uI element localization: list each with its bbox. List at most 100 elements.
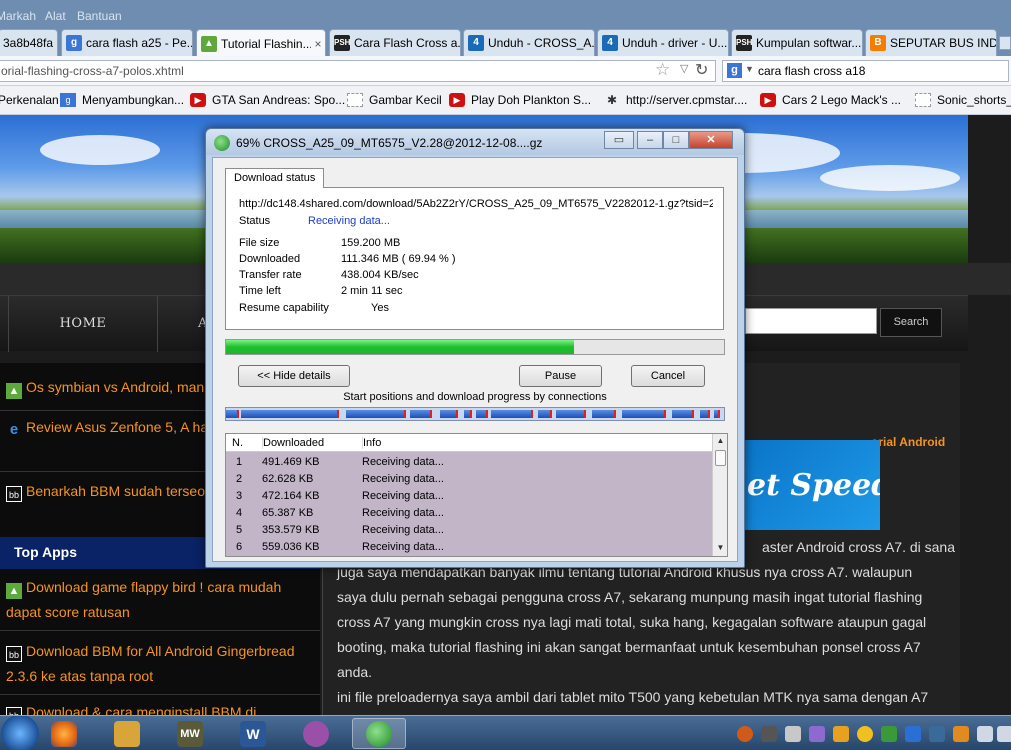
ant-icon: ✱ [606, 93, 618, 107]
bookmark-label: Sonic_shorts_v... [937, 93, 1011, 107]
connection-segment [672, 410, 694, 418]
sidebar-link[interactable]: bb Download BBM for All Android Gingerbre… [6, 639, 316, 689]
taskbar-word[interactable]: W [229, 718, 277, 749]
bookmark-label: Cars 2 Lego Mack's ... [782, 93, 902, 107]
taskbar-firefox[interactable] [40, 718, 88, 749]
sidebar-link-text: Download BBM for All Android Gingerbread… [6, 643, 295, 684]
tray-icon[interactable] [809, 726, 825, 742]
connection-segment [622, 410, 666, 418]
bookmark-label: http://server.cpmstar.... [626, 93, 748, 107]
table-row[interactable]: 2 62.628 KB Receiving data... [226, 471, 712, 488]
tray-icon[interactable] [857, 726, 873, 742]
google-icon[interactable]: g [727, 63, 742, 78]
tray-icon[interactable] [881, 726, 897, 742]
bookmark-item[interactable]: ▶ Cars 2 Lego Mack's ... [760, 93, 901, 107]
bookmark-item[interactable]: ✱ http://server.cpmstar.... [604, 93, 747, 107]
bookmark-item[interactable]: Perkenalan [0, 93, 59, 107]
close-button[interactable]: ✕ [689, 131, 733, 149]
connection-segment [491, 410, 533, 418]
taskbar-app[interactable] [103, 718, 151, 749]
resume-label: Resume capability [239, 302, 329, 314]
minecraft-mw-icon: MW [177, 720, 203, 747]
nav-home-link[interactable]: HOME [8, 296, 158, 352]
tab-label: Tutorial Flashin... [221, 36, 311, 51]
column-header-downloaded[interactable]: Downloaded [262, 437, 324, 449]
cancel-button[interactable]: Cancel [631, 365, 705, 387]
file-size-value: 159.200 MB [341, 237, 401, 249]
nav-bar: orial-flashing-cross-a7-polos.xhtml ☆ ▽ … [0, 56, 1011, 86]
tab-1[interactable]: 3a8b48fa [0, 29, 58, 56]
scroll-down-icon[interactable]: ▼ [713, 541, 727, 555]
tab-7[interactable]: PSH Kumpulan softwar... [731, 29, 863, 56]
row-n: 1 [236, 456, 243, 468]
tab-6[interactable]: 4 Unduh - driver - U... [597, 29, 729, 56]
dialog-titlebar[interactable]: 69% CROSS_A25_09_MT6575_V2.28@2012-12-08… [206, 129, 744, 155]
taskbar-idm[interactable] [352, 718, 406, 749]
download-url: http://dc148.4shared.com/download/5Ab2Z2… [239, 198, 713, 210]
tray-icon[interactable] [833, 726, 849, 742]
tray-icon[interactable] [761, 726, 777, 742]
table-header: N. Downloaded Info [226, 434, 712, 452]
new-tab-button[interactable] [999, 36, 1011, 50]
tray-icon[interactable] [737, 726, 753, 742]
bookmark-item[interactable]: Gambar Kecil [347, 93, 442, 107]
bookmark-item[interactable]: ▶ Play Doh Plankton S... [449, 93, 591, 107]
category-label[interactable]: orial Android [871, 435, 961, 449]
tab-3-active[interactable]: ▲ Tutorial Flashin... × [196, 29, 326, 57]
table-row[interactable]: 1 491.469 KB Receiving data... [226, 454, 712, 471]
connection-segment [346, 410, 406, 418]
tray-icon[interactable] [785, 726, 801, 742]
site-search-input[interactable] [745, 308, 877, 334]
tray-icon[interactable] [953, 726, 969, 742]
start-button[interactable] [0, 716, 40, 750]
table-row[interactable]: 6 559.036 KB Receiving data... [226, 539, 712, 556]
table-row[interactable]: 4 65.387 KB Receiving data... [226, 505, 712, 522]
minimize-button[interactable]: – [637, 131, 663, 149]
url-dropdown-icon[interactable]: ▽ [680, 62, 688, 75]
connection-segment [440, 410, 458, 418]
sidebar-link[interactable]: ▲ Download game flappy bird ! cara mudah … [6, 575, 316, 625]
row-downloaded: 472.164 KB [262, 490, 320, 502]
maximize-button[interactable]: □ [663, 131, 689, 149]
vertical-scrollbar[interactable]: ▲ ▼ [712, 434, 727, 556]
tab-5[interactable]: 4 Unduh - CROSS_A... [463, 29, 595, 56]
row-n: 5 [236, 524, 243, 536]
column-header-info[interactable]: Info [362, 437, 381, 449]
scroll-up-icon[interactable]: ▲ [713, 434, 727, 448]
menu-alat[interactable]: Alat [45, 9, 66, 23]
column-header-n[interactable]: N. [232, 437, 243, 449]
bookmark-item[interactable]: g Menyambungkan... [60, 93, 184, 107]
taskbar-app[interactable] [292, 718, 340, 749]
close-icon[interactable]: × [311, 37, 325, 51]
hide-details-button[interactable]: << Hide details [238, 365, 350, 387]
menu-markah[interactable]: Markah [0, 9, 36, 23]
volume-icon[interactable] [997, 726, 1011, 742]
dialog-body: Download status http://dc148.4shared.com… [212, 157, 738, 562]
bookmark-item[interactable]: Sonic_shorts_v... [915, 93, 1011, 107]
site-search-button[interactable]: Search [880, 308, 942, 337]
pause-button[interactable]: Pause [519, 365, 602, 387]
time-left-label: Time left [239, 285, 281, 297]
tray-icon[interactable] [905, 726, 921, 742]
tab-label: Kumpulan softwar... [756, 36, 862, 50]
search-engine-dropdown-icon[interactable]: ▼ [745, 64, 754, 74]
menu-bantuan[interactable]: Bantuan [77, 9, 122, 23]
table-row[interactable]: 3 472.164 KB Receiving data... [226, 488, 712, 505]
table-row[interactable]: 5 353.579 KB Receiving data... [226, 522, 712, 539]
url-input[interactable]: orial-flashing-cross-a7-polos.xhtml [0, 60, 716, 82]
status-label: Status [239, 215, 271, 227]
tab-4[interactable]: PSH Cara Flash Cross a... [329, 29, 461, 56]
search-input[interactable]: cara flash cross a18 [722, 60, 1009, 82]
scroll-thumb[interactable] [715, 450, 726, 466]
taskbar-app[interactable]: MW [166, 718, 214, 749]
tab-8[interactable]: B SEPUTAR BUS IND... [865, 29, 997, 56]
tray-icon[interactable] [929, 726, 945, 742]
bookmark-item[interactable]: ▶ GTA San Andreas: Spo... [190, 93, 345, 107]
network-icon[interactable] [977, 726, 993, 742]
blank-page-icon [347, 93, 363, 107]
tab-2[interactable]: g cara flash a25 - Pe... [61, 29, 193, 56]
tab-download-status[interactable]: Download status [225, 168, 325, 188]
reload-icon[interactable]: ↻ [695, 60, 708, 80]
bookmark-star-icon[interactable]: ☆ [655, 60, 670, 80]
minimize-to-tray-button[interactable]: ▭ [604, 131, 634, 149]
